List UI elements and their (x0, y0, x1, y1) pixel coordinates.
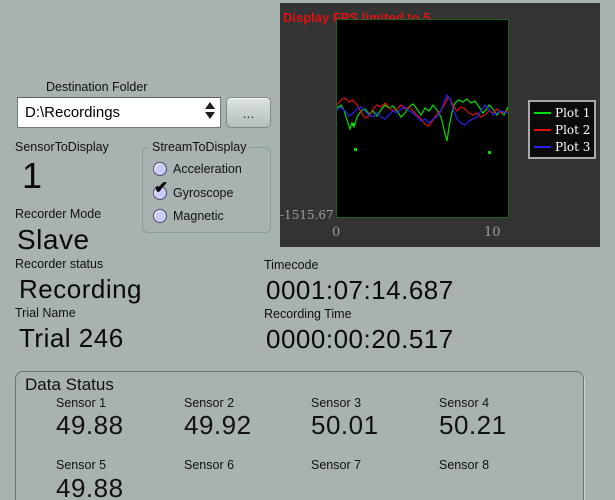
legend-label-plot3: Plot 3 (555, 139, 591, 154)
legend-label-plot2: Plot 2 (555, 122, 591, 137)
recording-time-value: 0000:00:20.517 (266, 324, 454, 354)
sensor-to-display-label: SensorToDisplay (15, 140, 109, 154)
x-axis-tick-10: 10 (484, 225, 501, 240)
sensor2-label: Sensor 2 (184, 396, 235, 410)
timecode-label: Timecode (264, 258, 319, 272)
destination-folder-value: D:\Recordings (25, 104, 121, 121)
waveform-plot-area[interactable] (336, 19, 509, 218)
spin-up-icon[interactable] (205, 102, 215, 109)
legend-label-plot1: Plot 1 (555, 105, 591, 120)
radio-magnetic-label: Magnetic (173, 208, 224, 223)
plot1-line-icon (534, 111, 551, 114)
destination-folder-input[interactable]: D:\Recordings (17, 97, 221, 128)
sensor3-value: 50.01 (311, 410, 379, 440)
recorder-status-value: Recording (19, 274, 143, 304)
radio-circle-icon[interactable] (153, 161, 167, 176)
recorder-mode-value: Slave (17, 224, 90, 255)
sensor3-label: Sensor 3 (311, 396, 362, 410)
radio-gyroscope-label: Gyroscope (173, 185, 234, 200)
legend-row-plot3[interactable]: Plot 3 (534, 140, 590, 154)
radio-gyroscope[interactable]: ✔ Gyroscope (153, 179, 234, 200)
recorder-front-panel: Destination Folder D:\Recordings ... Sen… (0, 0, 615, 500)
sensor7-label: Sensor 7 (311, 458, 362, 472)
legend-row-plot2[interactable]: Plot 2 (534, 123, 590, 137)
waveform-chart-panel: Display FPS limited to 5 -1515.67 0 10 P… (280, 3, 600, 247)
recorder-status-label: Recorder status (15, 257, 104, 271)
sensor2-value: 49.92 (184, 410, 252, 440)
stream-to-display-group: StreamToDisplay ✔ Acceleration ✔ Gyrosco… (142, 140, 271, 233)
x-axis-tick-0: 0 (332, 225, 341, 240)
plot-legend[interactable]: Plot 1 Plot 2 Plot 3 (528, 100, 596, 159)
spin-down-icon[interactable] (205, 112, 215, 119)
sensor4-value: 50.21 (439, 410, 507, 440)
browse-button[interactable]: ... (226, 97, 271, 128)
timecode-value: 0001:07:14.687 (266, 275, 454, 305)
recorder-mode-label: Recorder Mode (15, 207, 102, 221)
stream-to-display-title: StreamToDisplay (149, 140, 250, 154)
radio-acceleration-label: Acceleration (173, 161, 242, 176)
trial-name-value: Trial 246 (19, 323, 124, 353)
folder-spinner[interactable] (205, 102, 215, 119)
trial-name-label: Trial Name (15, 306, 76, 320)
radio-magnetic[interactable]: ✔ Magnetic (153, 208, 224, 223)
sensor1-value: 49.88 (56, 410, 124, 440)
waveform-svg (336, 93, 509, 154)
sensor4-label: Sensor 4 (439, 396, 490, 410)
plot3-line-icon (534, 145, 551, 148)
sensor5-value: 49.88 (56, 473, 124, 500)
sensor5-label: Sensor 5 (56, 458, 107, 472)
radio-circle-icon[interactable] (153, 208, 167, 223)
data-status-group: Data Status Sensor 1 49.88 Sensor 2 49.9… (15, 371, 584, 500)
radio-acceleration[interactable]: ✔ Acceleration (153, 161, 242, 176)
sensor-to-display-value: 1 (22, 155, 43, 196)
data-status-title: Data Status (25, 375, 114, 394)
sensor1-label: Sensor 1 (56, 396, 107, 410)
sensor6-label: Sensor 6 (184, 458, 235, 472)
plot2-line-icon (534, 128, 551, 131)
y-axis-min-label: -1515.67 (280, 208, 334, 222)
sensor8-label: Sensor 8 (439, 458, 490, 472)
radio-checkmark-icon: ✔ (154, 178, 169, 197)
recording-time-label: Recording Time (264, 307, 352, 321)
legend-row-plot1[interactable]: Plot 1 (534, 106, 590, 120)
destination-folder-label: Destination Folder (46, 80, 148, 94)
